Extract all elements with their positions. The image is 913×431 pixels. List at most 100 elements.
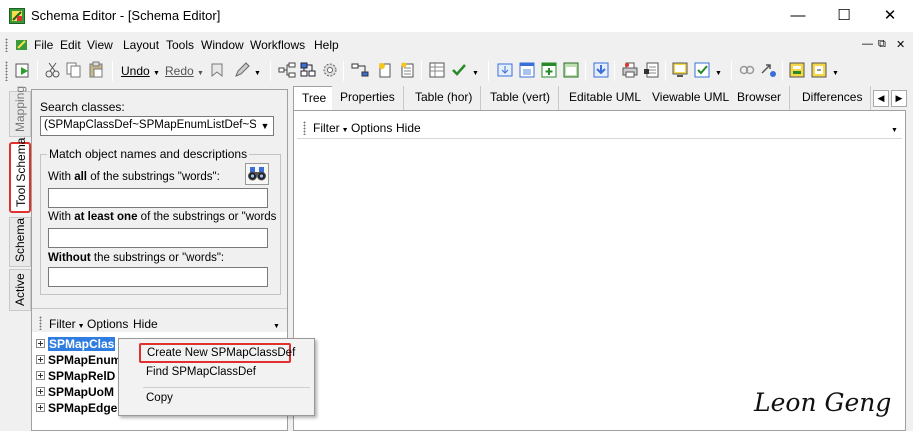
window-save-icon[interactable] [518, 61, 536, 79]
tree-structure-icon[interactable] [278, 61, 296, 79]
expand-icon[interactable] [36, 355, 45, 365]
new-document-icon[interactable] [376, 61, 394, 79]
pencil-icon[interactable] [233, 61, 251, 79]
tab-scroll-left-button[interactable]: ◀ [873, 90, 889, 107]
tab-table-hor[interactable]: Table (hor) [407, 86, 482, 110]
monitor-icon[interactable] [671, 61, 689, 79]
window-add-icon[interactable] [540, 61, 558, 79]
toolbar-grip[interactable] [5, 61, 8, 81]
hierarchy-icon[interactable] [299, 61, 317, 79]
match-group-title: Match object names and descriptions [47, 147, 250, 161]
tree-options-menu[interactable]: Options [87, 317, 128, 331]
download-icon[interactable] [592, 61, 610, 79]
expand-icon[interactable] [36, 339, 45, 349]
link-icon[interactable] [738, 61, 756, 79]
check-icon[interactable] [450, 61, 468, 79]
print-list-icon[interactable] [643, 61, 661, 79]
menu-file[interactable]: File [34, 38, 53, 52]
context-copy-item[interactable]: Copy [146, 392, 173, 404]
tab-table-vert[interactable]: Table (vert) [482, 86, 560, 110]
tree-view-toolbar-overflow[interactable]: ▼ [891, 121, 898, 135]
mdi-restore-button[interactable]: ⧉ [878, 38, 886, 51]
settings-gear-icon[interactable] [321, 61, 339, 79]
minimize-button[interactable]: — [775, 0, 821, 32]
menu-window[interactable]: Window [201, 38, 244, 52]
tab-tree[interactable]: Tree [293, 86, 336, 110]
close-button[interactable]: ✕ [867, 0, 913, 32]
schema-yellow-icon[interactable] [788, 61, 806, 79]
expand-icon[interactable] [36, 371, 45, 381]
validate-dropdown[interactable]: ▼ [715, 64, 722, 78]
tree-item[interactable]: SPMapEnum [36, 352, 121, 368]
tab-schema[interactable]: Schema [9, 217, 31, 267]
tree-view-hide-button[interactable]: Hide [396, 121, 421, 135]
find-button[interactable] [245, 163, 269, 185]
schema-export-icon[interactable] [810, 61, 828, 79]
context-create-new-item[interactable]: Create New SPMapClassDef [139, 343, 295, 363]
relationship-icon[interactable] [351, 61, 369, 79]
criteria-without-input[interactable] [48, 267, 268, 287]
tree-filter-menu[interactable]: Filter ▼ [49, 317, 85, 331]
paste-icon[interactable] [87, 61, 105, 79]
tree-view-toolbar-grip[interactable] [303, 121, 306, 135]
menu-view[interactable]: View [87, 38, 113, 52]
criteria-atleast-label: With at least one of the substrings or "… [48, 211, 276, 223]
tree-hide-button[interactable]: Hide [133, 317, 158, 331]
tab-properties[interactable]: Properties [332, 86, 404, 110]
tree-toolbar-overflow[interactable]: ▼ [273, 317, 280, 331]
tab-differences[interactable]: Differences [794, 86, 872, 110]
menu-tools[interactable]: Tools [166, 38, 194, 52]
tab-editable-uml[interactable]: Editable UML [561, 86, 651, 110]
navigate-icon[interactable] [760, 61, 778, 79]
tree-item[interactable]: SPMapUoM [36, 384, 114, 400]
cut-icon[interactable] [44, 61, 62, 79]
menu-workflows[interactable]: Workflows [250, 38, 305, 52]
expand-icon[interactable] [36, 403, 45, 413]
tab-scroll-right-button[interactable]: ▶ [891, 90, 907, 107]
tab-tool-schema[interactable]: Tool Schema [9, 138, 31, 213]
tab-mapping[interactable]: Mapping [9, 86, 31, 137]
chevron-right-icon: ▶ [895, 93, 903, 103]
tree-view-filter-menu[interactable]: Filter ▼ [313, 121, 349, 135]
tab-browser[interactable]: Browser [729, 86, 791, 110]
printer-icon[interactable] [621, 61, 639, 79]
menu-grip[interactable] [5, 38, 8, 52]
schema-dropdown[interactable]: ▼ [832, 64, 839, 78]
tree-item[interactable]: SPMapRelD [36, 368, 115, 384]
tab-active[interactable]: Active [9, 269, 31, 311]
tree-item[interactable]: SPMapClas [36, 336, 116, 352]
validate-icon[interactable] [693, 61, 711, 79]
menu-help[interactable]: Help [314, 38, 339, 52]
tree-view-options-menu[interactable]: Options [351, 121, 392, 135]
mdi-close-button[interactable]: ✕ [896, 38, 905, 51]
menu-bar: File Edit View Layout Tools Window Workf… [0, 36, 913, 54]
toolbar-separator [270, 61, 271, 81]
menu-layout[interactable]: Layout [123, 38, 159, 52]
redo-label: Redo [165, 64, 194, 78]
criteria-atleast-input[interactable] [48, 228, 268, 248]
table-icon[interactable] [428, 61, 446, 79]
chevron-down-icon: ▼ [891, 127, 898, 134]
copy-icon[interactable] [65, 61, 83, 79]
check-dropdown[interactable]: ▼ [472, 64, 479, 78]
document-list-icon[interactable] [398, 61, 416, 79]
mdi-minimize-button[interactable]: — [862, 38, 873, 50]
tree-view-toolbar: Filter ▼ Options Hide ▼ [297, 117, 902, 139]
tab-viewable-uml[interactable]: Viewable UML [644, 86, 739, 110]
import-icon[interactable] [496, 61, 514, 79]
undo-button[interactable]: Undo ▼ [121, 64, 160, 78]
menu-edit[interactable]: Edit [60, 38, 81, 52]
maximize-button[interactable]: ☐ [821, 0, 867, 32]
search-classes-select[interactable]: (SPMapClassDef~SPMapEnumListDef~SPMa ▼ [40, 116, 274, 136]
criteria-atleast-bold: at least one [74, 211, 138, 223]
pencil-dropdown[interactable]: ▼ [254, 64, 261, 78]
tree-item[interactable]: SPMapEdge [36, 400, 117, 416]
redo-button[interactable]: Redo ▼ [165, 64, 204, 78]
criteria-all-input[interactable] [48, 188, 268, 208]
tree-toolbar-grip[interactable] [39, 316, 42, 330]
run-icon[interactable] [14, 61, 32, 79]
context-find-item[interactable]: Find SPMapClassDef [146, 366, 256, 378]
bookmark-icon[interactable] [208, 61, 226, 79]
window-frame-icon[interactable] [562, 61, 580, 79]
expand-icon[interactable] [36, 387, 45, 397]
